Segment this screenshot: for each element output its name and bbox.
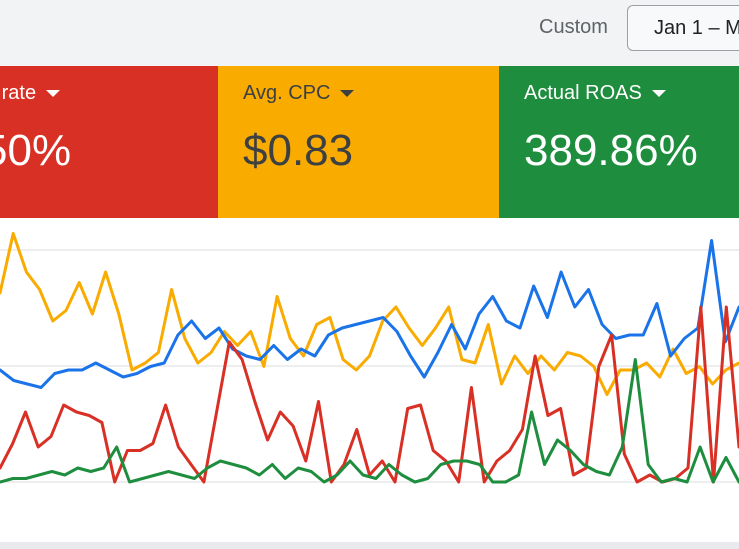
metric-dropdown-conv-rate[interactable]: v. rate: [0, 82, 61, 105]
metric-dropdown-actual-roas[interactable]: Actual ROAS: [524, 82, 666, 105]
performance-chart: [0, 218, 739, 542]
line-chart: [0, 232, 739, 484]
metric-value: 50%: [0, 126, 72, 175]
date-range-picker-button[interactable]: Jan 1 – M: [627, 5, 739, 51]
metric-card-avg-cpc[interactable]: Avg. CPC $0.83: [218, 66, 499, 218]
metric-cards: v. rate 50% Avg. CPC $0.83 Actual ROAS 3…: [0, 66, 739, 218]
metric-label: Avg. CPC: [243, 82, 331, 104]
date-range-type-label: Custom: [539, 16, 608, 38]
caret-down-icon: [651, 90, 666, 98]
date-range-bar: Custom Jan 1 – M: [0, 0, 739, 66]
series-line-1: [0, 239, 739, 389]
metric-card-actual-roas[interactable]: Actual ROAS 389.86%: [499, 66, 739, 218]
chart-bottom-border: [0, 542, 739, 549]
caret-down-icon: [46, 90, 61, 98]
metric-value: $0.83: [243, 126, 354, 175]
metric-dropdown-avg-cpc[interactable]: Avg. CPC: [243, 82, 355, 105]
metric-label: Actual ROAS: [524, 82, 642, 104]
metric-label: v. rate: [0, 82, 37, 104]
metric-value: 389.86%: [524, 126, 698, 175]
caret-down-icon: [340, 90, 355, 98]
metric-card-conv-rate[interactable]: v. rate 50%: [0, 66, 218, 218]
